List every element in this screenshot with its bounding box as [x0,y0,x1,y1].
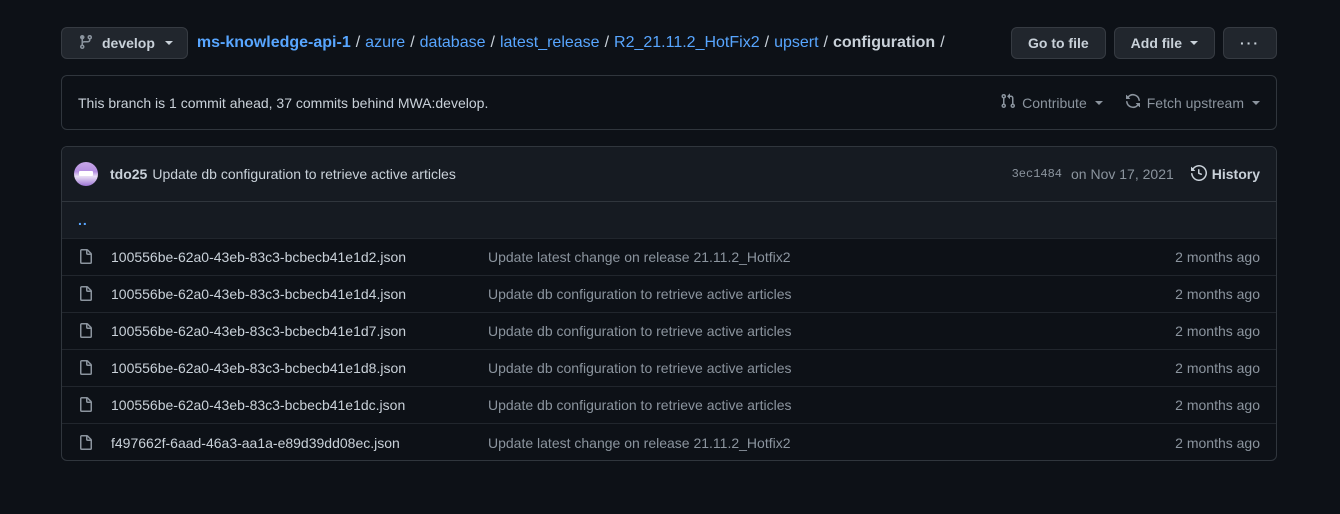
chevron-down-icon [1190,41,1198,45]
file-commit-message-link[interactable]: Update latest change on release 21.11.2_… [488,249,791,265]
file-browser: tdo25 Update db configuration to retriev… [61,146,1277,461]
file-age: 2 months ago [1175,360,1260,376]
file-row: 100556be-62a0-43eb-83c3-bcbecb41e1d2.jso… [62,239,1276,276]
more-options-button[interactable]: ··· [1223,27,1277,59]
file-icon [78,323,94,339]
go-to-file-button[interactable]: Go to file [1010,27,1106,59]
breadcrumb-hotfix-link[interactable]: R2_21.11.2_HotFix2 [614,34,760,52]
history-button[interactable]: History [1190,164,1260,184]
file-row: 100556be-62a0-43eb-83c3-bcbecb41e1d7.jso… [62,313,1276,350]
file-name-link[interactable]: 100556be-62a0-43eb-83c3-bcbecb41e1d2.jso… [111,249,488,265]
breadcrumb-database-link[interactable]: database [420,34,486,52]
fetch-upstream-button[interactable]: Fetch upstream [1125,93,1260,112]
git-branch-icon [78,34,94,53]
breadcrumb: ms-knowledge-api-1 / azure / database / … [197,34,950,52]
breadcrumb-separator: / [823,34,828,51]
chevron-down-icon [1252,100,1260,105]
breadcrumb-separator: / [355,34,361,51]
contribute-label: Contribute [1022,94,1087,111]
breadcrumb-separator: / [940,34,945,51]
file-row: f497662f-6aad-46a3-aa1a-e89d39dd08ec.jso… [62,424,1276,460]
add-file-button[interactable]: Add file [1113,27,1215,59]
file-icon [78,286,94,302]
parent-directory-label: .. [78,212,88,228]
contribute-button[interactable]: Contribute [1000,93,1103,112]
branch-select-button[interactable]: develop [61,27,188,59]
commit-meta: 3ec1484 on Nov 17, 2021 History [1012,164,1260,184]
file-name-link[interactable]: 100556be-62a0-43eb-83c3-bcbecb41e1d7.jso… [111,323,488,339]
parent-directory-link[interactable]: .. [62,202,1276,239]
file-age: 2 months ago [1175,323,1260,339]
file-icon [78,249,94,265]
file-age: 2 months ago [1175,286,1260,302]
history-label: History [1211,166,1260,182]
header-actions: Go to file Add file ··· [1010,27,1277,59]
file-age: 2 months ago [1175,397,1260,413]
breadcrumb-upsert-link[interactable]: upsert [774,34,818,52]
file-commit-message-link[interactable]: Update db configuration to retrieve acti… [488,360,792,376]
file-row: 100556be-62a0-43eb-83c3-bcbecb41e1dc.jso… [62,387,1276,424]
file-commit-message-link[interactable]: Update db configuration to retrieve acti… [488,323,792,339]
file-age: 2 months ago [1175,249,1260,265]
commit-message-link[interactable]: Update db configuration to retrieve acti… [152,166,456,182]
go-to-file-label: Go to file [1027,35,1089,51]
branch-status-text: This branch is 1 commit ahead, 37 commit… [78,94,489,111]
breadcrumb-separator: / [764,34,770,51]
file-name-link[interactable]: 100556be-62a0-43eb-83c3-bcbecb41e1d4.jso… [111,286,488,302]
branch-label: develop [102,35,155,51]
repo-header: develop ms-knowledge-api-1 / azure / dat… [61,27,1277,59]
chevron-down-icon [164,41,173,45]
breadcrumb-latest-release-link[interactable]: latest_release [500,34,600,52]
breadcrumb-azure-link[interactable]: azure [365,34,405,52]
fetch-upstream-label: Fetch upstream [1146,94,1244,111]
file-name-link[interactable]: f497662f-6aad-46a3-aa1a-e89d39dd08ec.jso… [111,435,488,451]
avatar[interactable] [74,162,98,186]
history-icon [1190,164,1207,184]
file-commit-message-link[interactable]: Update latest change on release 21.11.2_… [488,435,791,451]
file-commit-message-link[interactable]: Update db configuration to retrieve acti… [488,286,792,302]
file-commit-message-link[interactable]: Update db configuration to retrieve acti… [488,397,792,413]
breadcrumb-separator: / [410,34,415,51]
breadcrumb-current: configuration [832,34,936,51]
add-file-label: Add file [1130,35,1182,51]
branch-status-actions: Contribute Fetch upstream [1000,93,1260,112]
commit-date: on Nov 17, 2021 [1071,166,1174,182]
breadcrumb-separator: / [604,34,610,51]
file-icon [78,360,94,376]
breadcrumb-separator: / [490,34,495,51]
file-icon [78,434,94,451]
pull-request-icon [1000,93,1016,112]
breadcrumb-repo-link[interactable]: ms-knowledge-api-1 [197,34,351,52]
file-icon [78,397,94,413]
file-name-link[interactable]: 100556be-62a0-43eb-83c3-bcbecb41e1d8.jso… [111,360,488,376]
chevron-down-icon [1094,100,1103,105]
file-name-link[interactable]: 100556be-62a0-43eb-83c3-bcbecb41e1dc.jso… [111,397,488,413]
branch-status-box: This branch is 1 commit ahead, 37 commit… [61,75,1277,130]
latest-commit-bar: tdo25 Update db configuration to retriev… [62,147,1276,202]
file-row: 100556be-62a0-43eb-83c3-bcbecb41e1d4.jso… [62,276,1276,313]
file-row: 100556be-62a0-43eb-83c3-bcbecb41e1d8.jso… [62,350,1276,387]
commit-author-link[interactable]: tdo25 [110,166,147,182]
sync-icon [1125,93,1141,112]
kebab-horizontal-icon: ··· [1240,35,1260,51]
file-age: 2 months ago [1175,434,1260,451]
commit-sha-link[interactable]: 3ec1484 [1012,167,1062,181]
